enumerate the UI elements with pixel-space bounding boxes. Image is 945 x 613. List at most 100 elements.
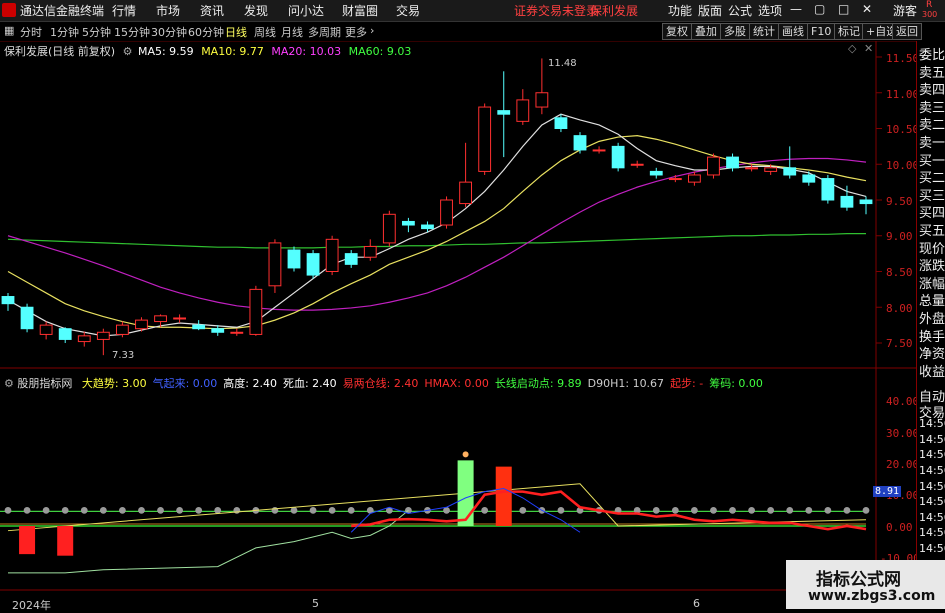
side-panel-label: 买一: [919, 153, 945, 169]
close-icon[interactable]: ✕: [862, 2, 872, 16]
maximize-icon[interactable]: □: [838, 2, 849, 16]
side-panel-time: 14:56: [919, 432, 945, 446]
side-panel-label: 买二: [919, 171, 945, 187]
btn-huaxian[interactable]: 画线: [778, 23, 808, 40]
date-label: 6: [693, 597, 700, 610]
sub-tick: 40.00: [886, 395, 920, 408]
period-60min[interactable]: 60分钟: [188, 24, 224, 40]
side-panel-label: 净资: [919, 347, 945, 363]
sub-level-dot: [214, 506, 222, 514]
btn-fuquan[interactable]: 复权: [662, 23, 692, 40]
sub-indicator-value: 死血: 2.40: [282, 377, 337, 390]
chevron-right-icon[interactable]: ›: [370, 24, 374, 37]
side-panel-label: 买四: [919, 206, 945, 222]
period-fenshi[interactable]: 分时: [20, 24, 42, 40]
menu-faxian[interactable]: 发现: [244, 2, 268, 19]
candle-body: [363, 245, 377, 258]
minimize-icon[interactable]: —: [790, 2, 802, 16]
menu-wenxiaoda[interactable]: 问小达: [288, 2, 324, 19]
sub-level-dot: [519, 506, 527, 514]
restore-icon[interactable]: ▢: [814, 2, 825, 16]
side-panel-label: 卖四: [919, 83, 945, 99]
sub-level-dot: [157, 506, 164, 514]
sub-indicator-value: 高度: 2.40: [223, 377, 277, 390]
sub-level-dot: [729, 506, 736, 514]
login-notice[interactable]: 证券交易未登录: [514, 2, 598, 19]
candle-body: [173, 317, 187, 320]
candle-body: [20, 306, 34, 330]
quote-side-panel: 委比 卖五 卖四 卖三 卖二 卖一 买一 买二 买三 买四 买五 现价 涨跌 涨幅 总量 外盘 换手 净资 收益 自动…: [916, 41, 945, 609]
period-monthly[interactable]: 月线: [281, 24, 303, 40]
sub-level-dot: [748, 506, 755, 514]
side-panel-label: 总量: [919, 294, 945, 310]
menu-xuanxiang[interactable]: 选项: [758, 2, 782, 19]
candle-body: [478, 106, 492, 172]
sub-red-bar: [57, 526, 74, 556]
period-30min[interactable]: 30分钟: [151, 24, 187, 40]
btn-duogu[interactable]: 多股: [720, 23, 750, 40]
menu-hangqing[interactable]: 行情: [112, 2, 136, 19]
btn-diejia[interactable]: 叠加: [691, 23, 721, 40]
side-panel-label: 换手: [919, 329, 945, 345]
sub-level-dot: [138, 506, 145, 514]
candle-body: [115, 324, 129, 335]
menu-gongshi[interactable]: 公式: [728, 2, 752, 19]
candle-body: [497, 110, 511, 115]
sub-level-dot: [347, 506, 355, 514]
kline-chart[interactable]: [0, 41, 916, 609]
sub-tick: 30.00: [886, 427, 920, 440]
candle-body: [840, 195, 854, 208]
candle-body: [96, 331, 110, 340]
sub-level-dot: [61, 506, 69, 514]
sub-axis-marker: 8.91: [873, 486, 902, 497]
menu-gongneng[interactable]: 功能: [668, 2, 692, 19]
sub-level-dot: [233, 506, 241, 514]
side-panel-label: 卖三: [919, 100, 945, 116]
candle-body: [783, 167, 797, 176]
candle-body: [421, 224, 434, 230]
candle-body: [230, 331, 244, 334]
candle-body: [440, 199, 453, 226]
btn-fanhui[interactable]: 返回: [892, 23, 922, 40]
sub-level-dot: [481, 506, 489, 514]
btn-tongji[interactable]: 统计: [749, 23, 779, 40]
sub-info-line: ⚙ 股朋指标网 大趋势: 3.00 气起来: 0.00 高度: 2.40 死血: 2.…: [4, 375, 763, 391]
watermark-url: www.zbgs3.com: [808, 588, 936, 604]
candle-body: [135, 319, 148, 330]
menu-bar: 通达信金融终端 行情 市场 资讯 发现 问小达 财富圈 交易 证券交易未登录 保…: [0, 0, 945, 22]
menu-shichang[interactable]: 市场: [156, 2, 180, 19]
side-panel-label: 收益: [919, 364, 945, 380]
sub-level-dot: [176, 506, 184, 514]
sub-level-dot: [691, 506, 698, 514]
side-panel-time: 14:56: [919, 417, 945, 431]
side-panel-label: 涨幅: [919, 276, 945, 292]
period-multi[interactable]: 多周期: [308, 24, 341, 40]
period-more[interactable]: 更多: [345, 24, 367, 40]
low-label: 7.33: [112, 350, 135, 361]
menu-jiaoyi[interactable]: 交易: [396, 2, 420, 19]
period-grid-icon[interactable]: ▦: [4, 24, 14, 37]
candle-body: [668, 178, 682, 181]
user-label[interactable]: 游客: [893, 2, 917, 19]
period-15min[interactable]: 15分钟: [114, 24, 150, 40]
btn-f10[interactable]: F10: [807, 23, 836, 40]
period-1min[interactable]: 1分钟: [50, 24, 79, 40]
sub-level-dot: [805, 506, 813, 514]
btn-biaoji[interactable]: 标记: [834, 23, 864, 40]
sub-settings-icon[interactable]: ⚙: [4, 377, 14, 390]
period-weekly[interactable]: 周线: [254, 24, 276, 40]
menu-zixun[interactable]: 资讯: [200, 2, 224, 19]
side-panel-label: 现价: [919, 241, 945, 257]
price-tick: 7.50: [886, 337, 913, 350]
menu-banmian[interactable]: 版面: [698, 2, 722, 19]
app-title: 通达信金融终端: [20, 4, 105, 18]
period-5min[interactable]: 5分钟: [82, 24, 111, 40]
candle-body: [611, 145, 625, 169]
period-daily[interactable]: 日线: [225, 24, 247, 40]
watermark-title: 指标公式网: [816, 570, 901, 590]
candle-body: [325, 238, 339, 272]
candle-body: [1, 296, 15, 305]
sub-level-dot: [671, 506, 679, 514]
menu-caifuquan[interactable]: 财富圈: [342, 2, 378, 19]
sub-indicator-value: HMAX: 0.00: [424, 377, 489, 390]
